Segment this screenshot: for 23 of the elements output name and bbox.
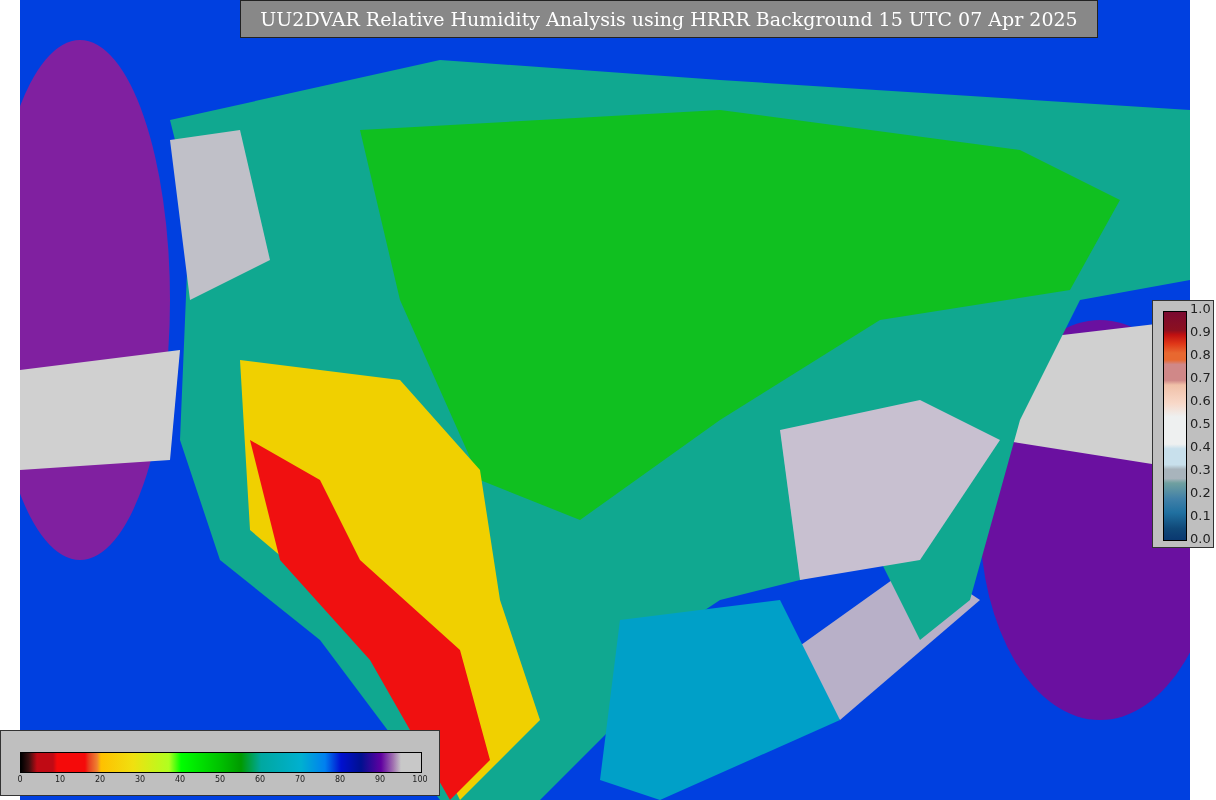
tick-label: 80 bbox=[333, 775, 347, 784]
tick-label: 1.0 bbox=[1190, 302, 1211, 316]
tick-label: 0.6 bbox=[1190, 394, 1211, 408]
tick-label: 0.4 bbox=[1190, 440, 1211, 454]
tick-label: 60 bbox=[253, 775, 267, 784]
tick-label: 70 bbox=[293, 775, 307, 784]
tick-label: 0.0 bbox=[1190, 532, 1211, 546]
tick-label: 10 bbox=[53, 775, 67, 784]
tick-label: 30 bbox=[133, 775, 147, 784]
tick-label: 50 bbox=[213, 775, 227, 784]
tick-label: 0.9 bbox=[1190, 325, 1211, 339]
tick-label: 0.1 bbox=[1190, 509, 1211, 523]
tick-label: 0.2 bbox=[1190, 486, 1211, 500]
tick-label: 20 bbox=[93, 775, 107, 784]
tick-label: 40 bbox=[173, 775, 187, 784]
tick-label: 0.5 bbox=[1190, 417, 1211, 431]
tick-label: 90 bbox=[373, 775, 387, 784]
tick-label: 0 bbox=[16, 775, 24, 784]
map-title: UU2DVAR Relative Humidity Analysis using HRRR Background 15 UTC 07 Apr 2025 bbox=[240, 0, 1098, 38]
tick-label: 0.3 bbox=[1190, 463, 1211, 477]
tick-label: 0.8 bbox=[1190, 348, 1211, 362]
tick-label: 100 bbox=[411, 775, 429, 784]
tick-label: 0.7 bbox=[1190, 371, 1211, 385]
